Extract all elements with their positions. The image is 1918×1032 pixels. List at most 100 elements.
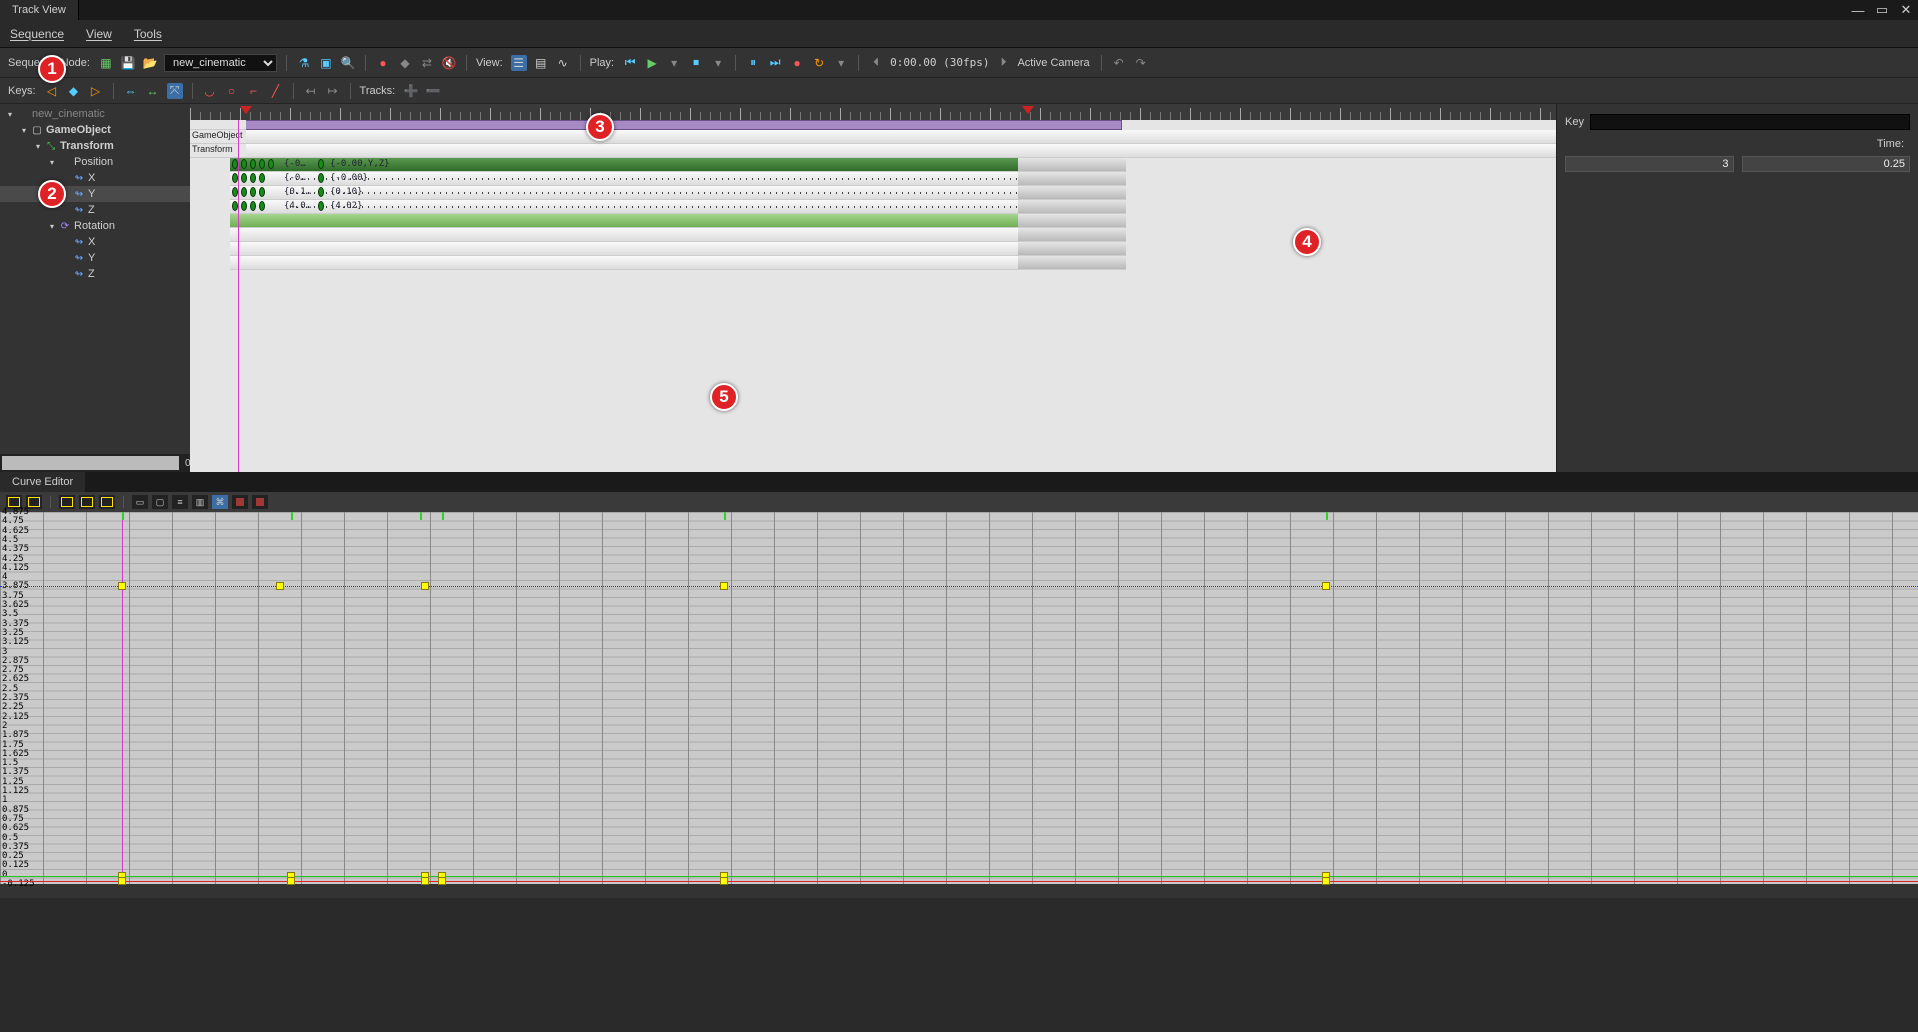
- tree-row-gameobject[interactable]: ▾▢GameObject: [0, 122, 190, 138]
- find-icon[interactable]: 🔍: [340, 55, 356, 71]
- stop-dropdown-icon[interactable]: ▾: [710, 55, 726, 71]
- keyframe-icon[interactable]: [259, 201, 265, 211]
- redo-icon[interactable]: ↷: [1133, 55, 1149, 71]
- add-node-icon[interactable]: ⚗: [296, 55, 312, 71]
- tree-arrow-icon[interactable]: ▾: [4, 110, 16, 119]
- curve-keyframe[interactable]: [287, 877, 295, 885]
- key-index-field[interactable]: 3: [1565, 156, 1734, 172]
- tree-row-x[interactable]: ↬X: [0, 170, 190, 186]
- gameobject-row[interactable]: [246, 130, 1556, 144]
- tree-arrow-icon[interactable]: ▾: [46, 222, 58, 231]
- frame-back-icon[interactable]: ⏴: [868, 55, 884, 71]
- tree-arrow-icon[interactable]: ▾: [32, 142, 44, 151]
- menu-sequence[interactable]: Sequence: [10, 27, 64, 41]
- curve-keyframe[interactable]: [1322, 582, 1330, 590]
- maximize-button[interactable]: ▭: [1870, 0, 1894, 20]
- curve-editor-canvas[interactable]: 4.8754.754.6254.54.3754.254.12543.8753.7…: [0, 512, 1918, 884]
- keyframe-icon[interactable]: [241, 201, 247, 211]
- minimize-button[interactable]: —: [1846, 0, 1870, 20]
- mute-icon[interactable]: 🔇: [441, 55, 457, 71]
- keyframe-icon[interactable]: [318, 201, 324, 211]
- keyframe-row[interactable]: [230, 214, 1126, 228]
- record-icon[interactable]: ●: [375, 55, 391, 71]
- ct-tan-auto-icon[interactable]: [59, 495, 75, 509]
- key-diamond-icon[interactable]: ◆: [66, 83, 82, 99]
- key-cluster[interactable]: [232, 173, 265, 183]
- curve-editor-tab[interactable]: Curve Editor: [0, 472, 85, 492]
- curve-keyframe[interactable]: [720, 582, 728, 590]
- keyframe-icon[interactable]: [268, 159, 274, 169]
- frame-fwd-icon[interactable]: ⏵: [995, 55, 1011, 71]
- ct-normalize-icon[interactable]: ≡: [172, 495, 188, 509]
- keyframe-row[interactable]: {0.1…{0.10}: [230, 186, 1126, 200]
- add-selected-icon[interactable]: ▣: [318, 55, 334, 71]
- curve-keyframe[interactable]: [720, 877, 728, 885]
- move-keys-icon[interactable]: ↔: [145, 83, 161, 99]
- tree-row-y[interactable]: ↬Y: [0, 186, 190, 202]
- key-time-field[interactable]: 0.25: [1742, 156, 1911, 172]
- keyframe-row[interactable]: {-0…{-0.00}: [230, 172, 1126, 186]
- play-icon[interactable]: ▶: [644, 55, 660, 71]
- timeline-ruler[interactable]: [190, 104, 1556, 120]
- tree-row-y[interactable]: ↬Y: [0, 250, 190, 266]
- del-track-icon[interactable]: ➖: [425, 83, 441, 99]
- new-sequence-icon[interactable]: ▦: [98, 55, 114, 71]
- track-body[interactable]: {-0…{-0.00,Y,Z}{-0…{-0.00}{0.1…{0.10}{4.…: [190, 120, 1556, 472]
- range-start-marker[interactable]: [240, 106, 252, 114]
- keyframe-row[interactable]: [230, 242, 1126, 256]
- loop-icon[interactable]: ↻: [811, 55, 827, 71]
- tree-row-z[interactable]: ↬Z: [0, 266, 190, 282]
- keyframe-row[interactable]: [230, 256, 1126, 270]
- tree-search-input[interactable]: [2, 456, 179, 470]
- tangent-auto-icon[interactable]: ◡: [202, 83, 218, 99]
- loop-drop-icon[interactable]: ▾: [833, 55, 849, 71]
- tree-arrow-icon[interactable]: ▾: [18, 126, 30, 135]
- tangent-step-icon[interactable]: ⌐: [246, 83, 262, 99]
- snap-left-icon[interactable]: ↤: [303, 83, 319, 99]
- curve-keyframe[interactable]: [276, 582, 284, 590]
- tangent-zero-icon[interactable]: ○: [224, 83, 240, 99]
- ct-snap-icon[interactable]: ⌘: [212, 495, 228, 509]
- keyframe-icon[interactable]: [241, 173, 247, 183]
- keyframe-icon[interactable]: [250, 173, 256, 183]
- sequence-header-track[interactable]: [230, 120, 1122, 130]
- tree-row-transform[interactable]: ▾⤡Transform: [0, 138, 190, 154]
- key-cluster[interactable]: [232, 187, 265, 197]
- snap-right-icon[interactable]: ↦: [325, 83, 341, 99]
- curve-keyframe[interactable]: [438, 877, 446, 885]
- curve-keyframe[interactable]: [118, 877, 126, 885]
- keyframe-icon[interactable]: [250, 201, 256, 211]
- prev-key-icon[interactable]: ◁: [44, 83, 60, 99]
- tree-row-position[interactable]: ▾Position: [0, 154, 190, 170]
- curve-playhead[interactable]: [122, 512, 123, 884]
- pause-icon[interactable]: ⏸: [745, 55, 761, 71]
- ct-frame-all-icon[interactable]: ▭: [132, 495, 148, 509]
- view-list-icon[interactable]: ☰: [511, 55, 527, 71]
- menu-view[interactable]: View: [86, 27, 112, 41]
- tree-row-x[interactable]: ↬X: [0, 234, 190, 250]
- keyframe-icon[interactable]: [241, 159, 247, 169]
- timeline-playhead[interactable]: [238, 120, 239, 472]
- tree-row-z[interactable]: ↬Z: [0, 202, 190, 218]
- tree-row-new_cinematic[interactable]: ▾new_cinematic: [0, 106, 190, 122]
- curve-keyframe[interactable]: [1322, 877, 1330, 885]
- keyframe-row[interactable]: {4.0…{4.02}: [230, 200, 1126, 214]
- keyframe-icon[interactable]: [250, 159, 256, 169]
- keyframe-icon[interactable]: [250, 187, 256, 197]
- view-curve-icon[interactable]: ∿: [555, 55, 571, 71]
- ct-frame-sel-icon[interactable]: ▢: [152, 495, 168, 509]
- keyframe-icon[interactable]: [259, 187, 265, 197]
- keyframe-icon[interactable]: [318, 187, 324, 197]
- keyframe-icon[interactable]: [318, 173, 324, 183]
- ct-tan-broken-icon[interactable]: [99, 495, 115, 509]
- keyframe-icon[interactable]: [259, 173, 265, 183]
- curve-line-blue[interactable]: [0, 586, 1918, 587]
- ct-tan-flat-icon[interactable]: [79, 495, 95, 509]
- keyframe-icon[interactable]: [259, 159, 265, 169]
- ct-lock2-icon[interactable]: [252, 495, 268, 509]
- curve-keyframe[interactable]: [118, 582, 126, 590]
- save-sequence-icon[interactable]: 💾: [120, 55, 136, 71]
- scale-keys-icon[interactable]: ⤧: [167, 83, 183, 99]
- play-dropdown-icon[interactable]: ▾: [666, 55, 682, 71]
- timeline-panel[interactable]: GameObject Transform {-0…{-0.00,Y,Z}{-0……: [190, 104, 1556, 472]
